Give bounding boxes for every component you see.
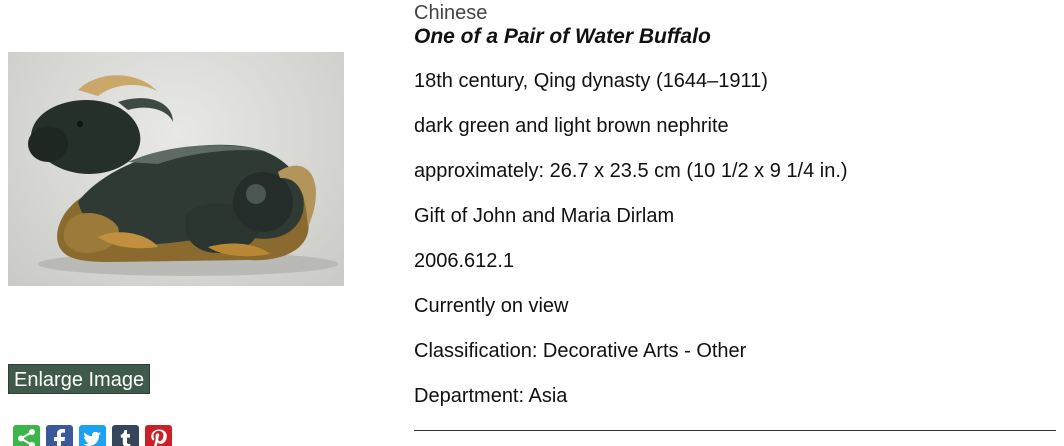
- artwork-view-status: Currently on view: [414, 295, 569, 317]
- section-divider: [414, 430, 1056, 431]
- artwork-medium: dark green and light brown nephrite: [414, 115, 729, 137]
- artwork-credit-line: Gift of John and Maria Dirlam: [414, 205, 675, 227]
- artwork-culture: Chinese: [414, 2, 488, 24]
- artwork-classification: Classification: Decorative Arts - Other: [414, 340, 747, 362]
- pinterest-icon[interactable]: [145, 425, 172, 446]
- artwork-title: One of a Pair of Water Buffalo: [414, 25, 711, 48]
- artwork-accession-number: 2006.612.1: [414, 250, 515, 272]
- share-icon[interactable]: [13, 425, 40, 446]
- water-buffalo-jade-figure: [28, 75, 338, 276]
- artwork-image[interactable]: [8, 52, 344, 286]
- artwork-dimensions: approximately: 26.7 x 23.5 cm (10 1/2 x …: [414, 160, 848, 182]
- enlarge-image-button[interactable]: Enlarge Image: [8, 364, 151, 394]
- facebook-icon[interactable]: [46, 425, 73, 446]
- artwork-detail-page: Enlarge Image Chinese One of a Pair of W…: [0, 0, 1064, 446]
- tumblr-icon[interactable]: [112, 425, 139, 446]
- artwork-date: 18th century, Qing dynasty (1644–1911): [414, 70, 768, 92]
- artwork-department: Department: Asia: [414, 385, 568, 407]
- share-buttons: [13, 425, 172, 446]
- twitter-icon[interactable]: [79, 425, 106, 446]
